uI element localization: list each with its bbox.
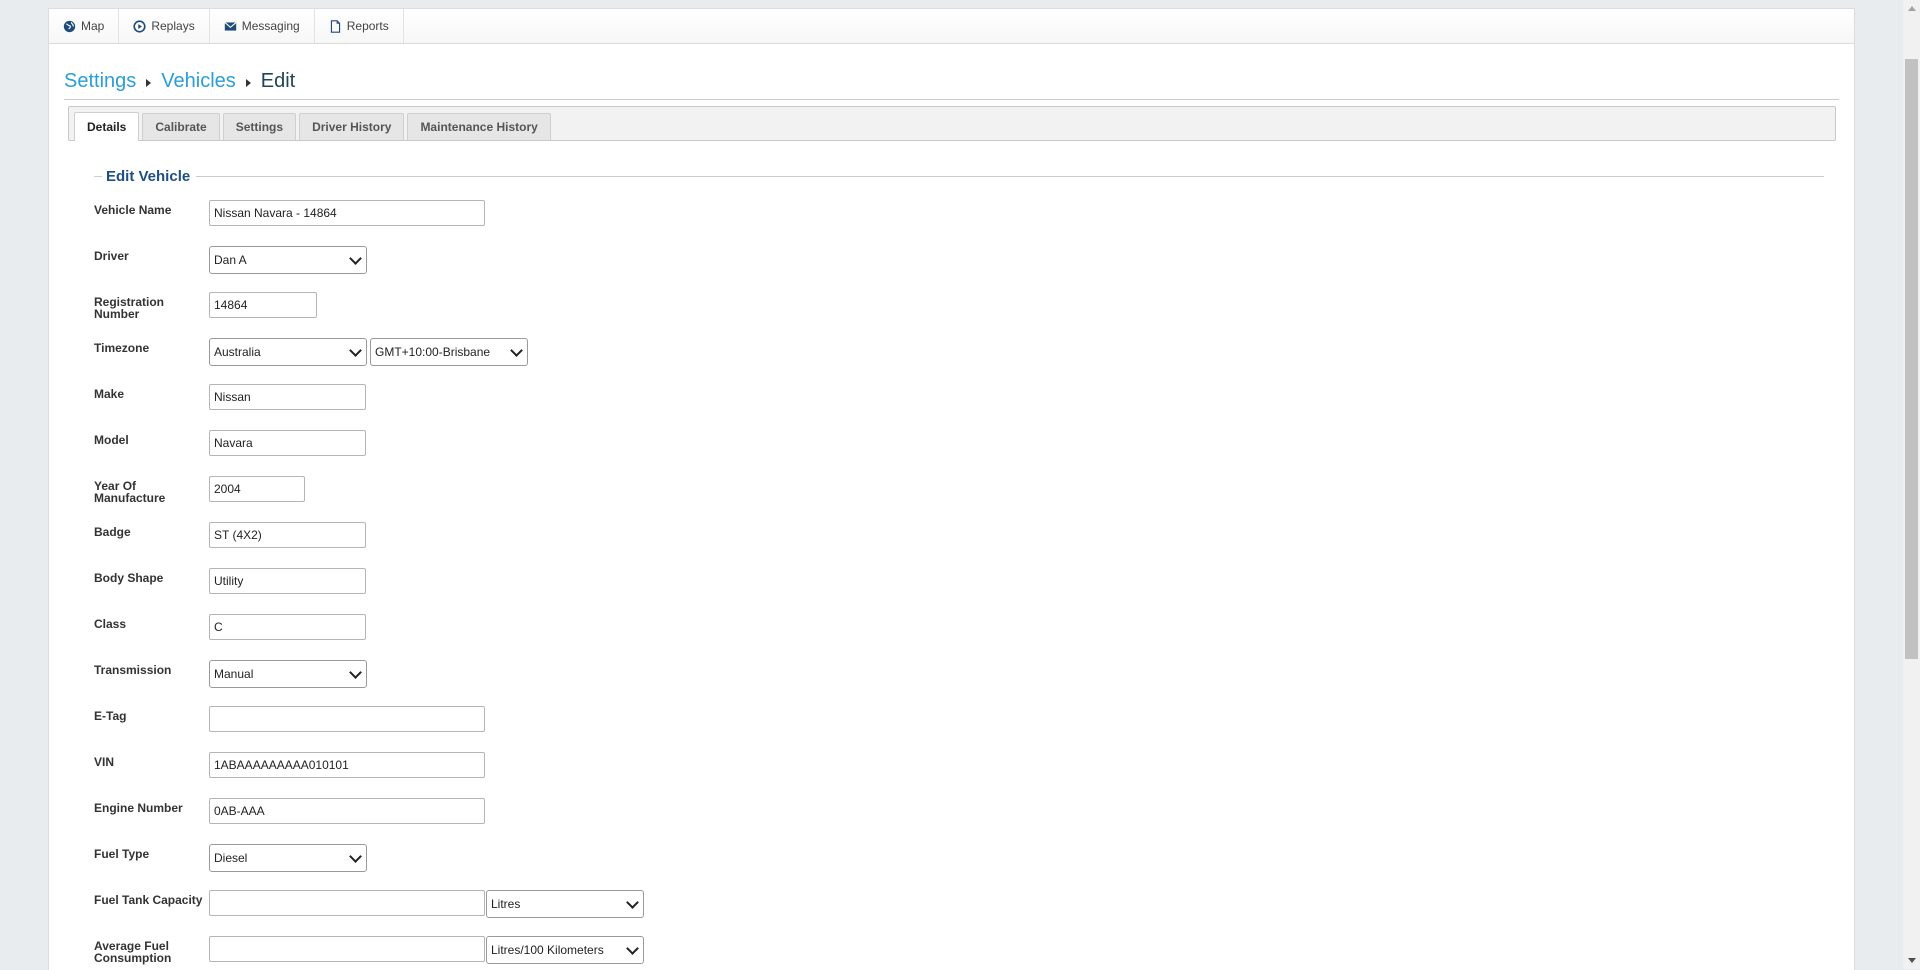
nav-map[interactable]: Map <box>49 9 120 43</box>
tab-bar: Details Calibrate Settings Driver Histor… <box>68 106 1836 141</box>
scroll-down-icon[interactable] <box>1903 952 1920 969</box>
top-nav: Map Replays Messaging Reports <box>49 9 1854 44</box>
transmission-select[interactable]: Manual <box>209 660 367 688</box>
fuel-tank-unit-value: Litres <box>491 897 521 911</box>
tab-settings[interactable]: Settings <box>222 113 297 140</box>
engine-number-label: Engine Number <box>94 801 183 815</box>
class-label: Class <box>94 617 127 631</box>
avg-fuel-label: Average Fuel Consumption <box>94 939 172 965</box>
body-shape-label: Body Shape <box>94 571 164 585</box>
chevron-down-icon <box>349 343 362 357</box>
page: Map Replays Messaging Reports Settings V… <box>48 8 1855 970</box>
timezone-region-value: Australia <box>214 345 261 359</box>
driver-label: Driver <box>94 249 129 263</box>
driver-select-value: Dan A <box>214 253 247 267</box>
breadcrumb: Settings Vehicles Edit <box>64 63 1839 100</box>
form-legend: Edit Vehicle <box>94 166 1824 186</box>
etag-label: E-Tag <box>94 709 127 723</box>
make-input[interactable] <box>209 384 366 410</box>
vin-label: VIN <box>94 755 115 769</box>
breadcrumb-separator-icon <box>146 78 152 87</box>
engine-number-input[interactable] <box>209 798 485 824</box>
model-label: Model <box>94 433 129 447</box>
transmission-select-value: Manual <box>214 667 254 681</box>
timezone-label: Timezone <box>94 341 150 355</box>
file-icon <box>330 19 340 33</box>
transmission-label: Transmission <box>94 663 172 677</box>
vin-input[interactable] <box>209 752 485 778</box>
year-label: Year Of Manufacture <box>94 479 166 505</box>
registration-input[interactable] <box>209 292 317 318</box>
tab-driver-history[interactable]: Driver History <box>299 113 405 140</box>
avg-fuel-input[interactable] <box>209 936 485 962</box>
vehicle-name-input[interactable] <box>209 200 485 226</box>
chevron-down-icon <box>626 895 639 909</box>
nav-messaging[interactable]: Messaging <box>210 9 315 43</box>
make-label: Make <box>94 387 125 401</box>
scroll-up-icon[interactable] <box>1903 0 1920 17</box>
nav-replays-label: Replays <box>151 19 195 33</box>
year-input[interactable] <box>209 476 305 502</box>
fuel-type-label: Fuel Type <box>94 847 150 861</box>
fuel-tank-unit-select[interactable]: Litres <box>486 890 644 918</box>
timezone-region-select[interactable]: Australia <box>209 338 367 366</box>
fuel-type-select[interactable]: Diesel <box>209 844 367 872</box>
fuel-tank-label: Fuel Tank Capacity <box>94 893 203 907</box>
chevron-down-icon <box>349 849 362 863</box>
chevron-down-icon <box>626 941 639 955</box>
breadcrumb-separator-icon <box>245 78 251 87</box>
nav-reports[interactable]: Reports <box>315 9 404 43</box>
breadcrumb-settings[interactable]: Settings <box>64 70 136 93</box>
breadcrumb-current: Edit <box>260 69 296 92</box>
avg-fuel-unit-select[interactable]: Litres/100 Kilometers <box>486 936 644 964</box>
play-circle-icon <box>133 19 146 33</box>
badge-input[interactable] <box>209 522 366 548</box>
timezone-zone-value: GMT+10:00-Brisbane <box>375 345 491 359</box>
timezone-zone-select[interactable]: GMT+10:00-Brisbane <box>370 338 528 366</box>
body-shape-input[interactable] <box>209 568 366 594</box>
nav-map-label: Map <box>81 19 105 33</box>
nav-replays[interactable]: Replays <box>119 9 210 43</box>
chevron-down-icon <box>349 251 362 265</box>
avg-fuel-unit-value: Litres/100 Kilometers <box>491 943 604 957</box>
fuel-type-select-value: Diesel <box>214 851 248 865</box>
etag-input[interactable] <box>209 706 485 732</box>
driver-select[interactable]: Dan A <box>209 246 367 274</box>
tab-details[interactable]: Details <box>74 112 140 141</box>
fuel-tank-input[interactable] <box>209 890 485 916</box>
badge-label: Badge <box>94 525 131 539</box>
globe-icon <box>63 20 76 32</box>
vertical-scrollbar[interactable] <box>1903 0 1920 969</box>
tab-calibrate[interactable]: Calibrate <box>142 113 220 140</box>
chevron-down-icon <box>349 665 362 679</box>
nav-messaging-label: Messaging <box>241 19 300 33</box>
tab-maintenance-history[interactable]: Maintenance History <box>407 113 551 140</box>
registration-label: Registration Number <box>94 295 165 321</box>
class-input[interactable] <box>209 614 366 640</box>
envelope-icon <box>224 21 237 31</box>
scroll-thumb[interactable] <box>1905 59 1918 659</box>
breadcrumb-vehicles[interactable]: Vehicles <box>161 70 236 93</box>
nav-reports-label: Reports <box>346 19 389 33</box>
chevron-down-icon <box>510 343 523 357</box>
form-title: Edit Vehicle <box>106 167 191 185</box>
vehicle-name-label: Vehicle Name <box>94 203 172 217</box>
model-input[interactable] <box>209 430 366 456</box>
